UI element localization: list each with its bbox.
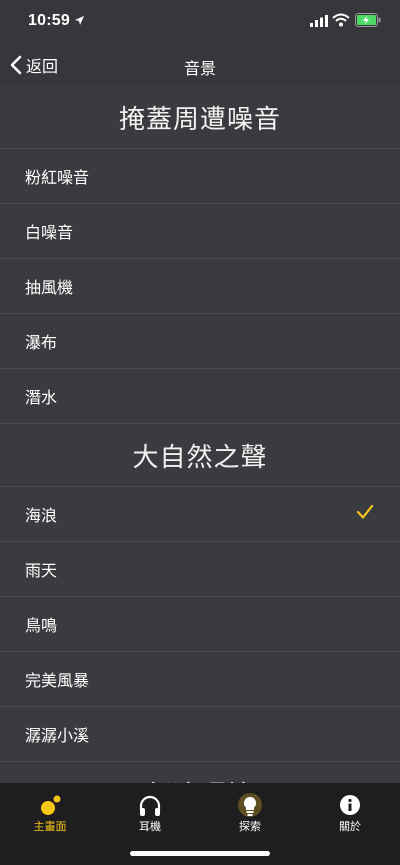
checkmark-icon [356,504,374,519]
home-dots-icon [41,795,61,815]
list-item-white-noise[interactable]: 白噪音 [0,204,400,259]
list-item-label: 白噪音 [25,223,74,242]
list-item-label: 完美風暴 [25,671,90,690]
tab-headphones[interactable]: 耳機 [100,783,200,843]
list-item-birdsong[interactable]: 鳥鳴 [0,597,400,652]
tab-label: 耳機 [139,820,161,833]
lightbulb-icon [238,793,262,817]
list-item-ocean-waves[interactable]: 海浪 [0,487,400,542]
list-item-babbling-brook[interactable]: 潺潺小溪 [0,707,400,762]
battery-charging-icon [355,13,381,27]
tab-label: 探索 [239,820,261,833]
info-icon [340,795,360,815]
list-item-exhaust-fan[interactable]: 抽風機 [0,259,400,314]
list-item-diving[interactable]: 潛水 [0,369,400,424]
section-header-nature: 大自然之聲 [0,424,400,487]
page-title: 音景 [183,59,216,78]
home-indicator [130,851,270,856]
list-item-label: 雨天 [25,561,58,580]
soundscape-list[interactable]: 掩蓋周遭噪音 粉紅噪音 白噪音 抽風機 瀑布 潛水 大自然之聲 海浪 雨天 鳥鳴… [0,86,400,783]
tab-label: 關於 [339,820,361,833]
list-item-label: 粉紅噪音 [25,168,90,187]
list-item-label: 海浪 [25,506,58,525]
cellular-signal-icon [310,15,328,27]
status-bar: 10:59 [0,0,400,44]
list-item-label: 潺潺小溪 [25,726,90,745]
list-item-label: 鳥鳴 [25,616,58,635]
tab-label: 主畫面 [33,820,67,833]
tab-explore[interactable]: 探索 [200,783,300,843]
tab-bar: 主畫面 耳機 探索 關於 [0,783,400,865]
section-header-comfort: 舒適環境 [0,762,400,784]
list-item-rain[interactable]: 雨天 [0,542,400,597]
wifi-icon [332,13,350,27]
tab-about[interactable]: 關於 [300,783,400,843]
list-item-label: 潛水 [25,388,58,407]
list-item-perfect-storm[interactable]: 完美風暴 [0,652,400,707]
list-item-label: 抽風機 [25,278,74,297]
status-time: 10:59 [28,12,70,29]
tab-home[interactable]: 主畫面 [0,783,100,843]
headphones-icon [139,795,161,816]
navigation-bar: 返回 音景 [0,44,400,86]
location-arrow-icon [75,16,84,25]
section-header-mask-noise: 掩蓋周遭噪音 [0,86,400,149]
list-item-pink-noise[interactable]: 粉紅噪音 [0,149,400,204]
list-item-label: 瀑布 [25,333,58,352]
list-item-waterfall[interactable]: 瀑布 [0,314,400,369]
